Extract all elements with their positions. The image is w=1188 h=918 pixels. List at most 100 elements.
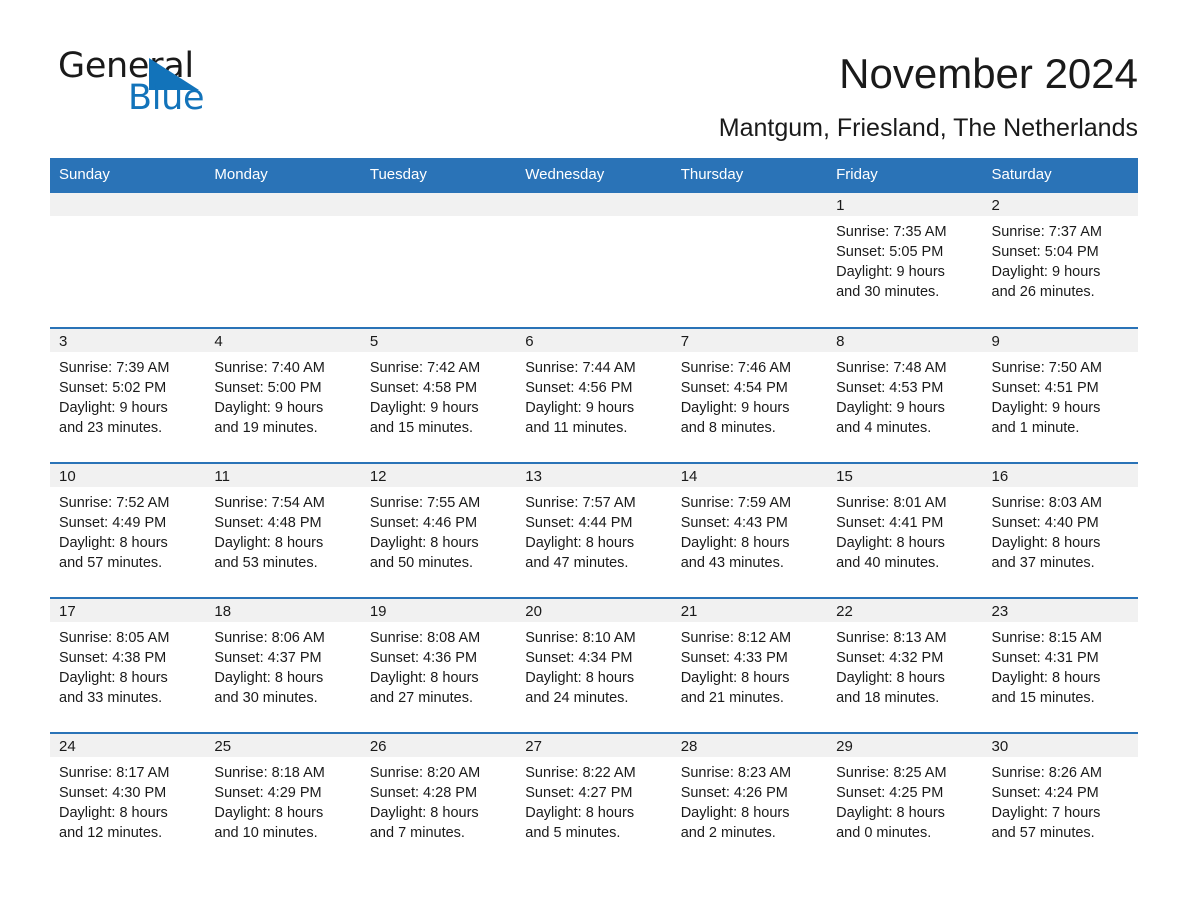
day-detail-line: Sunrise: 8:25 AM [836, 765, 947, 781]
day-detail-line: and 5 minutes. [525, 825, 621, 841]
day-detail-line: Daylight: 8 hours [369, 535, 479, 551]
calendar-day-cell[interactable]: 4 Sunrise: 7:40 AM Sunset: 5:00 PM Daylight… [205, 327, 361, 463]
day-detail-line: Daylight: 8 hours [525, 805, 635, 821]
day-detail-line: Sunset: 4:51 PM [991, 380, 1099, 396]
calendar-day-cell[interactable]: 17 Sunrise: 8:05 AM Sunset: 4:38 PM Dayligh… [50, 597, 206, 733]
day-detail-line: Daylight: 8 hours [369, 670, 479, 686]
calendar-day-cell[interactable]: 16 Sunrise: 8:03 AM Sunset: 4:40 PM Dayligh… [982, 462, 1138, 598]
calendar-day-cell[interactable]: 25 Sunrise: 8:18 AM Sunset: 4:29 PM Dayligh… [205, 732, 361, 868]
calendar-day-cell[interactable]: 24 Sunrise: 8:17 AM Sunset: 4:30 PM Dayligh… [50, 732, 206, 868]
day-number: 4 [205, 329, 361, 352]
day-detail-line: and 53 minutes. [214, 555, 318, 571]
day-number: 6 [516, 329, 672, 352]
day-detail-line: and 4 minutes. [836, 420, 932, 436]
calendar-day-cell[interactable]: 29 Sunrise: 8:25 AM Sunset: 4:25 PM Dayligh… [827, 732, 983, 868]
calendar-week-row: 24 Sunrise: 8:17 AM Sunset: 4:30 PM Dayligh… [50, 732, 1138, 868]
day-detail-line: Sunrise: 8:13 AM [836, 630, 947, 646]
day-details: Sunrise: 7:59 AM Sunset: 4:43 PM Daylight:… [672, 487, 827, 573]
day-details: Sunrise: 8:25 AM Sunset: 4:25 PM Daylight:… [827, 757, 982, 843]
day-detail-line: Sunrise: 7:37 AM [991, 224, 1102, 240]
day-detail-line: and 0 minutes. [836, 825, 932, 841]
day-detail-line: Sunrise: 7:48 AM [836, 360, 947, 376]
day-number: 30 [982, 734, 1138, 757]
day-detail-line: Sunset: 4:32 PM [836, 650, 944, 666]
day-detail-line: and 37 minutes. [991, 555, 1095, 571]
day-number: 21 [671, 599, 828, 622]
day-detail-line: Daylight: 8 hours [680, 535, 790, 551]
day-detail-line: and 50 minutes. [369, 555, 474, 571]
day-detail-line: Daylight: 8 hours [59, 535, 168, 551]
day-detail-line: Sunset: 4:33 PM [680, 650, 788, 666]
day-details: Sunrise: 8:15 AM Sunset: 4:31 PM Daylight:… [983, 622, 1138, 708]
day-detail-line: Daylight: 7 hours [991, 805, 1101, 821]
calendar-day-cell[interactable]: 6 Sunrise: 7:44 AM Sunset: 4:56 PM Daylight… [516, 327, 672, 463]
day-details: Sunrise: 8:23 AM Sunset: 4:26 PM Daylight:… [672, 757, 827, 843]
calendar-day-cell[interactable]: 20 Sunrise: 8:10 AM Sunset: 4:34 PM Dayligh… [516, 597, 672, 733]
calendar-day-cell[interactable]: 1 Sunrise: 7:35 AM Sunset: 5:05 PM Daylight… [827, 193, 983, 328]
page-subtitle: Mantgum, Friesland, The Netherlands [718, 114, 1138, 142]
calendar-day-cell[interactable]: 19 Sunrise: 8:08 AM Sunset: 4:36 PM Dayligh… [360, 597, 517, 733]
calendar-day-cell[interactable]: 2 Sunrise: 7:37 AM Sunset: 5:04 PM Daylight… [982, 193, 1138, 328]
day-detail-line: Daylight: 8 hours [680, 805, 790, 821]
day-detail-line: and 40 minutes. [836, 555, 940, 571]
day-detail-line: Daylight: 8 hours [214, 535, 324, 551]
calendar-day-cell[interactable]: 28 Sunrise: 8:23 AM Sunset: 4:26 PM Dayligh… [671, 732, 828, 868]
day-number: 5 [360, 329, 517, 352]
day-details: Sunrise: 7:44 AM Sunset: 4:56 PM Daylight:… [516, 352, 671, 438]
calendar-day-cell[interactable]: 12 Sunrise: 7:55 AM Sunset: 4:46 PM Dayligh… [360, 462, 517, 598]
day-details [361, 216, 516, 222]
day-detail-line: Daylight: 8 hours [525, 670, 635, 686]
day-number [671, 193, 828, 216]
calendar-day-cell[interactable]: 21 Sunrise: 8:12 AM Sunset: 4:33 PM Dayligh… [671, 597, 828, 733]
calendar-head: Sunday Monday Tuesday Wednesday Thursday… [50, 158, 1138, 193]
calendar-day-cell[interactable]: 26 Sunrise: 8:20 AM Sunset: 4:28 PM Dayligh… [360, 732, 517, 868]
calendar-day-cell[interactable]: 3 Sunrise: 7:39 AM Sunset: 5:02 PM Daylight… [50, 327, 206, 463]
calendar-day-cell[interactable]: 15 Sunrise: 8:01 AM Sunset: 4:41 PM Dayligh… [827, 462, 983, 598]
day-details: Sunrise: 8:13 AM Sunset: 4:32 PM Daylight:… [827, 622, 982, 708]
day-detail-line: Sunset: 4:34 PM [525, 650, 633, 666]
calendar-week-row: 1 Sunrise: 7:35 AM Sunset: 5:05 PM Daylight… [50, 193, 1138, 328]
day-detail-line: Sunrise: 7:54 AM [214, 495, 325, 511]
calendar-day-cell[interactable]: 14 Sunrise: 7:59 AM Sunset: 4:43 PM Dayligh… [671, 462, 828, 598]
day-detail-line: Sunrise: 8:05 AM [59, 630, 170, 646]
day-detail-line: Sunrise: 7:57 AM [525, 495, 636, 511]
calendar-day-cell[interactable]: 5 Sunrise: 7:42 AM Sunset: 4:58 PM Daylight… [360, 327, 517, 463]
calendar-day-cell[interactable]: 9 Sunrise: 7:50 AM Sunset: 4:51 PM Daylight… [982, 327, 1138, 463]
calendar-day-cell[interactable]: 22 Sunrise: 8:13 AM Sunset: 4:32 PM Dayligh… [827, 597, 983, 733]
day-details: Sunrise: 7:35 AM Sunset: 5:05 PM Daylight:… [827, 216, 982, 302]
generalblue-logo[interactable]: General Blue [50, 46, 290, 126]
calendar-day-cell[interactable]: 7 Sunrise: 7:46 AM Sunset: 4:54 PM Daylight… [671, 327, 828, 463]
day-number: 23 [982, 599, 1138, 622]
day-details: Sunrise: 7:39 AM Sunset: 5:02 PM Daylight:… [50, 352, 205, 438]
day-detail-line: Daylight: 8 hours [991, 670, 1101, 686]
day-detail-line: Sunrise: 7:59 AM [680, 495, 792, 511]
day-detail-line: Sunset: 5:04 PM [991, 244, 1099, 260]
day-detail-line: and 18 minutes. [836, 690, 940, 706]
day-number: 10 [50, 464, 206, 487]
day-detail-line: Sunset: 4:29 PM [214, 785, 322, 801]
day-detail-line: and 23 minutes. [59, 420, 163, 436]
calendar-day-cell[interactable]: 13 Sunrise: 7:57 AM Sunset: 4:44 PM Dayligh… [516, 462, 672, 598]
day-number: 3 [50, 329, 206, 352]
day-detail-line: and 57 minutes. [59, 555, 163, 571]
day-detail-line: Sunrise: 8:03 AM [991, 495, 1102, 511]
day-number: 24 [50, 734, 206, 757]
calendar-day-cell[interactable]: 10 Sunrise: 7:52 AM Sunset: 4:49 PM Dayligh… [50, 462, 206, 598]
calendar-day-cell[interactable]: 23 Sunrise: 8:15 AM Sunset: 4:31 PM Dayligh… [982, 597, 1138, 733]
logo-text-blue: Blue [128, 78, 205, 118]
calendar-day-cell[interactable]: 11 Sunrise: 7:54 AM Sunset: 4:48 PM Dayligh… [205, 462, 361, 598]
calendar-day-cell[interactable]: 18 Sunrise: 8:06 AM Sunset: 4:37 PM Dayligh… [205, 597, 361, 733]
calendar-day-cell[interactable]: 27 Sunrise: 8:22 AM Sunset: 4:27 PM Dayligh… [516, 732, 672, 868]
day-number: 27 [516, 734, 672, 757]
day-details: Sunrise: 7:54 AM Sunset: 4:48 PM Daylight:… [205, 487, 360, 573]
page-title: November 2024 [839, 50, 1138, 97]
day-detail-line: and 7 minutes. [369, 825, 465, 841]
day-detail-line: Sunrise: 7:40 AM [214, 360, 325, 376]
day-detail-line: and 30 minutes. [214, 690, 318, 706]
day-details: Sunrise: 7:50 AM Sunset: 4:51 PM Daylight:… [983, 352, 1138, 438]
day-detail-line: and 33 minutes. [59, 690, 163, 706]
day-detail-line: Daylight: 8 hours [836, 670, 945, 686]
calendar-day-cell[interactable]: 30 Sunrise: 8:26 AM Sunset: 4:24 PM Dayligh… [982, 732, 1138, 868]
calendar-week-row: 17 Sunrise: 8:05 AM Sunset: 4:38 PM Dayligh… [50, 597, 1138, 733]
calendar-day-cell[interactable]: 8 Sunrise: 7:48 AM Sunset: 4:53 PM Daylight… [827, 327, 983, 463]
